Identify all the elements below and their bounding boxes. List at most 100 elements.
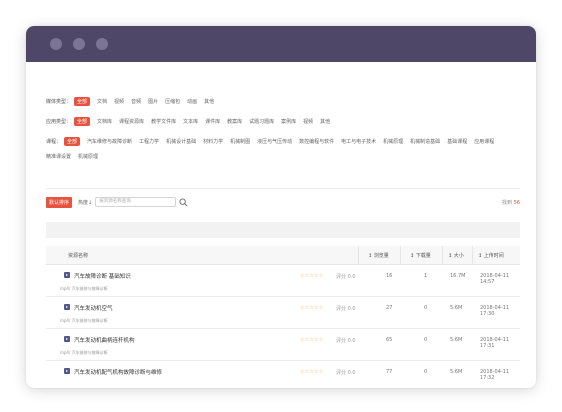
course-filter-option[interactable]: 精准课设置 — [46, 153, 71, 160]
media-filter-option[interactable]: 视频 — [114, 98, 124, 105]
search-icon[interactable] — [179, 197, 188, 207]
course-filter-option[interactable]: 工程力学 — [139, 138, 159, 145]
size-cell: 16.7M — [450, 273, 466, 279]
course-filter-label: 课程： — [46, 139, 62, 145]
media-filter-option[interactable]: 动画 — [187, 98, 197, 105]
views-cell: 65 — [386, 337, 393, 343]
header-separator — [472, 246, 473, 264]
col-downloads-header[interactable]: ↕ 下载量 — [410, 252, 431, 259]
usage-filter-label: 应用类型： — [46, 119, 72, 125]
resource-title-link[interactable]: 汽车发动机配气机构故障诊断与维修 — [74, 368, 162, 376]
resource-title-link[interactable]: 汽车故障诊断 基础知识 — [74, 272, 131, 280]
search-input[interactable]: 按资源名称查询 — [95, 197, 177, 207]
course-filter-option[interactable]: 基础课程 — [447, 138, 467, 145]
usage-filter-option[interactable]: 其他 — [320, 118, 330, 125]
views-cell: 77 — [386, 369, 393, 375]
course-filter-option[interactable]: 机械制图 — [230, 138, 250, 145]
downloads-cell: 1 — [424, 273, 428, 279]
views-cell: 27 — [386, 305, 393, 311]
table-row[interactable]: 汽车发动机空气 mp4/ 汽车维修与故障诊断 ☆☆☆☆☆ 评分 0.0 27 0 5.6M 2… — [46, 297, 520, 329]
window-dot-1[interactable] — [50, 38, 62, 50]
rating-score: 评分 0.0 — [336, 370, 356, 376]
usage-filter-option[interactable]: 文档库 — [97, 118, 112, 125]
upload-time-cell: 2018-04-11 17:30 — [480, 305, 510, 317]
course-filter-option[interactable]: 机械设计基础 — [166, 138, 196, 145]
rating-stars[interactable]: ☆☆☆☆☆ — [300, 273, 323, 279]
size-cell: 5.6M — [450, 369, 463, 375]
media-filter-option[interactable]: 音频 — [131, 98, 141, 105]
media-filter-option[interactable]: 图片 — [148, 98, 158, 105]
course-filter-option[interactable]: 液压与气压传动 — [257, 138, 292, 145]
divider — [46, 188, 520, 189]
filter-summary-bar — [46, 222, 520, 238]
usage-filter-option[interactable]: 课程资源库 — [119, 118, 144, 125]
size-cell: 5.6M — [450, 337, 463, 343]
media-type-filter: 媒体类型： 全部 文档 视频 音频 图片 压缩包 动画 其他 — [46, 97, 221, 106]
result-count: 找到 56 — [502, 199, 520, 206]
default-sort-button[interactable]: 默认排序 — [46, 196, 73, 208]
usage-type-filter: 应用类型： 全部 文档库 课程资源库 教学文件库 文本库 课件库 教案库 试题习题库 案例库 视频其… — [46, 117, 337, 126]
usage-filter-option[interactable]: 教案库 — [227, 118, 242, 125]
col-time-header[interactable]: ↕ 上传时间 — [478, 252, 504, 259]
course-filter-option[interactable]: 电工与电子技术 — [341, 138, 376, 145]
views-cell: 16 — [386, 273, 393, 279]
size-cell: 5.6M — [450, 305, 463, 311]
window-dot-2[interactable] — [73, 38, 85, 50]
media-filter-option[interactable]: 文档 — [97, 98, 107, 105]
table-header: 资源名称 ↕ 浏览量 ↕ 下载量 ↕ 大小 ↕ 上传时间 — [46, 246, 520, 265]
header-separator — [358, 246, 359, 264]
heat-sort-button[interactable]: 热度↓ — [78, 199, 92, 206]
course-filter-option[interactable]: 应用课程 — [474, 138, 494, 145]
table-row[interactable]: 汽车故障诊断 基础知识 mp4/ 汽车维修与故障诊断 ☆☆☆☆☆ 评分 0.0 16 1 1… — [46, 265, 520, 297]
course-filter-option[interactable]: 汽车维修与故障诊断 — [87, 138, 132, 145]
video-icon — [64, 304, 70, 310]
media-filter-option[interactable]: 其他 — [204, 98, 214, 105]
downloads-cell: 0 — [424, 369, 428, 375]
usage-filter-option[interactable]: 视频 — [303, 118, 313, 125]
found-prefix: 找到 — [502, 200, 513, 206]
page-content: 媒体类型： 全部 文档 视频 音频 图片 压缩包 动画 其他 应用类型： 全部 文档库 课程资源库 教学… — [26, 62, 536, 388]
table-row[interactable]: 汽车发动机配气机构故障诊断与维修 ☆☆☆☆☆ 评分 0.0 77 0 5.6M 2018-0… — [46, 361, 520, 388]
col-views-header[interactable]: ↕ 浏览量 — [368, 252, 389, 259]
course-filter-option[interactable]: 机械制造基础 — [410, 138, 440, 145]
resource-title-link[interactable]: 汽车发动机曲柄连杆机构 — [74, 336, 135, 344]
usage-filter-option[interactable]: 教学文件库 — [151, 118, 176, 125]
rating-score: 评分 0.0 — [336, 306, 356, 312]
course-filter-option[interactable]: 数控编程与软件 — [299, 138, 334, 145]
usage-filter-option[interactable]: 全部 — [74, 117, 91, 126]
window-titlebar — [26, 26, 536, 62]
col-name-header: 资源名称 — [68, 253, 89, 259]
usage-filter-option[interactable]: 试题习题库 — [249, 118, 274, 125]
sort-toolbar: 默认排序 热度↓ 按资源名称查询 — [46, 196, 188, 208]
upload-time-cell: 2018-04-11 17:32 — [480, 369, 510, 381]
usage-filter-option[interactable]: 文本库 — [183, 118, 198, 125]
course-filter-option[interactable]: 材料力学 — [203, 138, 223, 145]
window-dot-3[interactable] — [96, 38, 108, 50]
media-filter-option[interactable]: 全部 — [74, 97, 91, 106]
rating-stars[interactable]: ☆☆☆☆☆ — [300, 369, 323, 375]
media-filter-label: 媒体类型： — [46, 99, 72, 105]
found-count: 56 — [513, 200, 520, 206]
video-icon — [64, 336, 70, 342]
video-icon — [64, 368, 70, 374]
course-filter-option[interactable]: 机械原理 — [383, 138, 403, 145]
resource-meta: mp4/ 汽车维修与故障诊断 — [60, 350, 108, 355]
resource-meta: mp4/ 汽车维修与故障诊断 — [60, 286, 108, 291]
table-row[interactable]: 汽车发动机曲柄连杆机构 mp4/ 汽车维修与故障诊断 ☆☆☆☆☆ 评分 0.0 65 0 5… — [46, 329, 520, 361]
rating-score: 评分 0.0 — [336, 338, 356, 344]
video-icon — [64, 272, 70, 278]
downloads-cell: 0 — [424, 337, 428, 343]
rating-stars[interactable]: ☆☆☆☆☆ — [300, 305, 323, 311]
course-filter-option[interactable]: 机械原理 — [78, 153, 98, 160]
resource-title-link[interactable]: 汽车发动机空气 — [74, 304, 113, 312]
course-filter-option[interactable]: 全部 — [64, 137, 81, 146]
usage-filter-option[interactable]: 课件库 — [205, 118, 220, 125]
media-filter-option[interactable]: 压缩包 — [165, 98, 180, 105]
usage-filter-option[interactable]: 案例库 — [281, 118, 296, 125]
course-filter: 课程： 全部 汽车维修与故障诊断 工程力学 机械设计基础 材料力学 机械制图 液压与气压传动数… — [46, 137, 520, 160]
rating-score: 评分 0.0 — [336, 274, 356, 280]
col-size-header[interactable]: ↕ 大小 — [448, 252, 464, 259]
header-separator — [442, 246, 443, 264]
rating-stars[interactable]: ☆☆☆☆☆ — [300, 337, 323, 343]
upload-time-cell: 2018-04-11 17:31 — [480, 337, 510, 349]
